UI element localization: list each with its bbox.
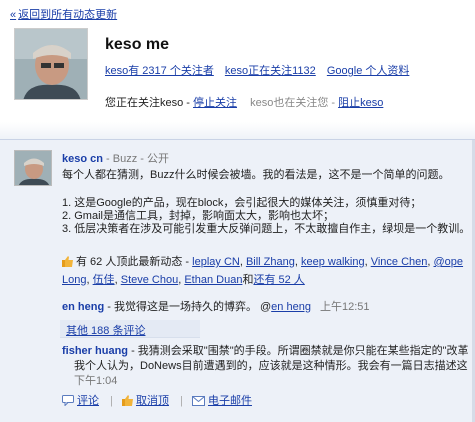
stop-following-link[interactable]: 停止关注 — [193, 97, 237, 109]
liker-link[interactable]: keep walking — [301, 256, 365, 268]
comment-time: 上午12:51 — [320, 301, 370, 313]
comment-time: 下午1:04 — [74, 375, 118, 387]
unlike-button[interactable]: 取消顶 — [136, 395, 169, 407]
following-status-text: 您正在关注keso - — [105, 97, 194, 109]
post-header: keso cn - Buzz - 公开 — [62, 150, 169, 166]
google-profile-link[interactable]: Google 个人资料 — [327, 65, 410, 77]
liker-link[interactable]: 伍佳 — [93, 274, 115, 286]
thumbs-up-icon — [62, 256, 73, 272]
liker-link[interactable]: Steve Chou — [121, 274, 178, 286]
comment-author[interactable]: en heng — [62, 301, 104, 313]
action-separator: | — [110, 395, 113, 407]
section-divider — [0, 122, 475, 140]
back-link-label: 返回到所有动态更新 — [18, 9, 118, 21]
comment-text: - 我猜测会采取"围禁"的手段。所谓圈禁就是你只能在某些指定的"改革 — [128, 345, 469, 357]
back-to-all-updates-link[interactable]: «返回到所有动态更新 — [10, 6, 117, 22]
email-icon — [191, 396, 205, 409]
likes-and-text: 和 — [242, 274, 254, 286]
comment-text: 我个人认为，DoNews目前遭遇到的，应该就是这种情形。我会有一篇日志描述这 — [74, 360, 468, 372]
following-link[interactable]: keso正在关注1132 — [225, 65, 316, 77]
comment-author[interactable]: fisher huang — [62, 345, 128, 357]
profile-name: keso me — [105, 36, 170, 53]
email-button[interactable]: 电子邮件 — [208, 395, 252, 407]
follows-you-text: keso也在关注您 - — [250, 97, 339, 109]
post-author-avatar[interactable] — [14, 150, 52, 186]
back-arrow-icon: « — [10, 9, 17, 21]
block-user-link[interactable]: 阻止keso — [338, 97, 383, 109]
profile-photo[interactable] — [14, 28, 88, 100]
profile-header: «返回到所有动态更新 keso me keso有 2317 个关注者 keso正… — [0, 0, 475, 122]
thumbs-up-icon — [121, 395, 133, 409]
comment: fisher huang - 我猜测会采取"围禁"的手段。所谓圈禁就是你只能在某… — [62, 344, 472, 389]
comment-text: - 我觉得这是一场持久的博弈。 @ — [104, 301, 272, 313]
buzz-post: keso cn - Buzz - 公开 每个人都在猜测，Buzz什么时候会被墙。… — [0, 140, 475, 422]
post-body-line: 3. 低层决策者在涉及可能引发重大反弹问题上，不太敢擅自作主，绿坝是一个教训。 — [62, 223, 471, 235]
likes-summary: 有 62 人顶此最新动态 - leplay CN, Bill Zhang, ke… — [62, 256, 464, 286]
more-comments-link[interactable]: 其他 188 条评论 — [66, 322, 145, 338]
follow-status-row: 您正在关注keso - 停止关注 keso也在关注您 - 阻止keso — [105, 94, 383, 110]
profile-stats: keso有 2317 个关注者 keso正在关注1132 Google 个人资料 — [105, 62, 417, 78]
liker-link[interactable]: Bill Zhang — [246, 256, 295, 268]
action-separator: | — [180, 395, 183, 407]
comment-icon — [62, 395, 74, 409]
comment-button[interactable]: 评论 — [77, 395, 99, 407]
followers-link[interactable]: keso有 2317 个关注者 — [105, 65, 214, 77]
liker-link[interactable]: Vince Chen — [371, 256, 428, 268]
comment: en heng - 我觉得这是一场持久的博弈。 @en heng 上午12:51 — [62, 300, 462, 315]
post-author-name[interactable]: keso cn — [62, 153, 103, 165]
post-body-line: 每个人都在猜测，Buzz什么时候会被墙。我的看法是，这不是一个简单的问题。 — [62, 169, 450, 181]
liker-link[interactable]: Ethan Duan — [184, 274, 242, 286]
post-meta: - Buzz - 公开 — [102, 153, 169, 165]
comment-mention-link[interactable]: en heng — [271, 301, 311, 313]
more-likers-link[interactable]: 还有 52 人 — [253, 274, 304, 286]
liker-link[interactable]: leplay CN — [192, 256, 240, 268]
likes-prefix: 有 62 人顶此最新动态 — [76, 256, 183, 268]
post-actions: 评论 | 取消顶 | 电子邮件 — [62, 392, 260, 409]
